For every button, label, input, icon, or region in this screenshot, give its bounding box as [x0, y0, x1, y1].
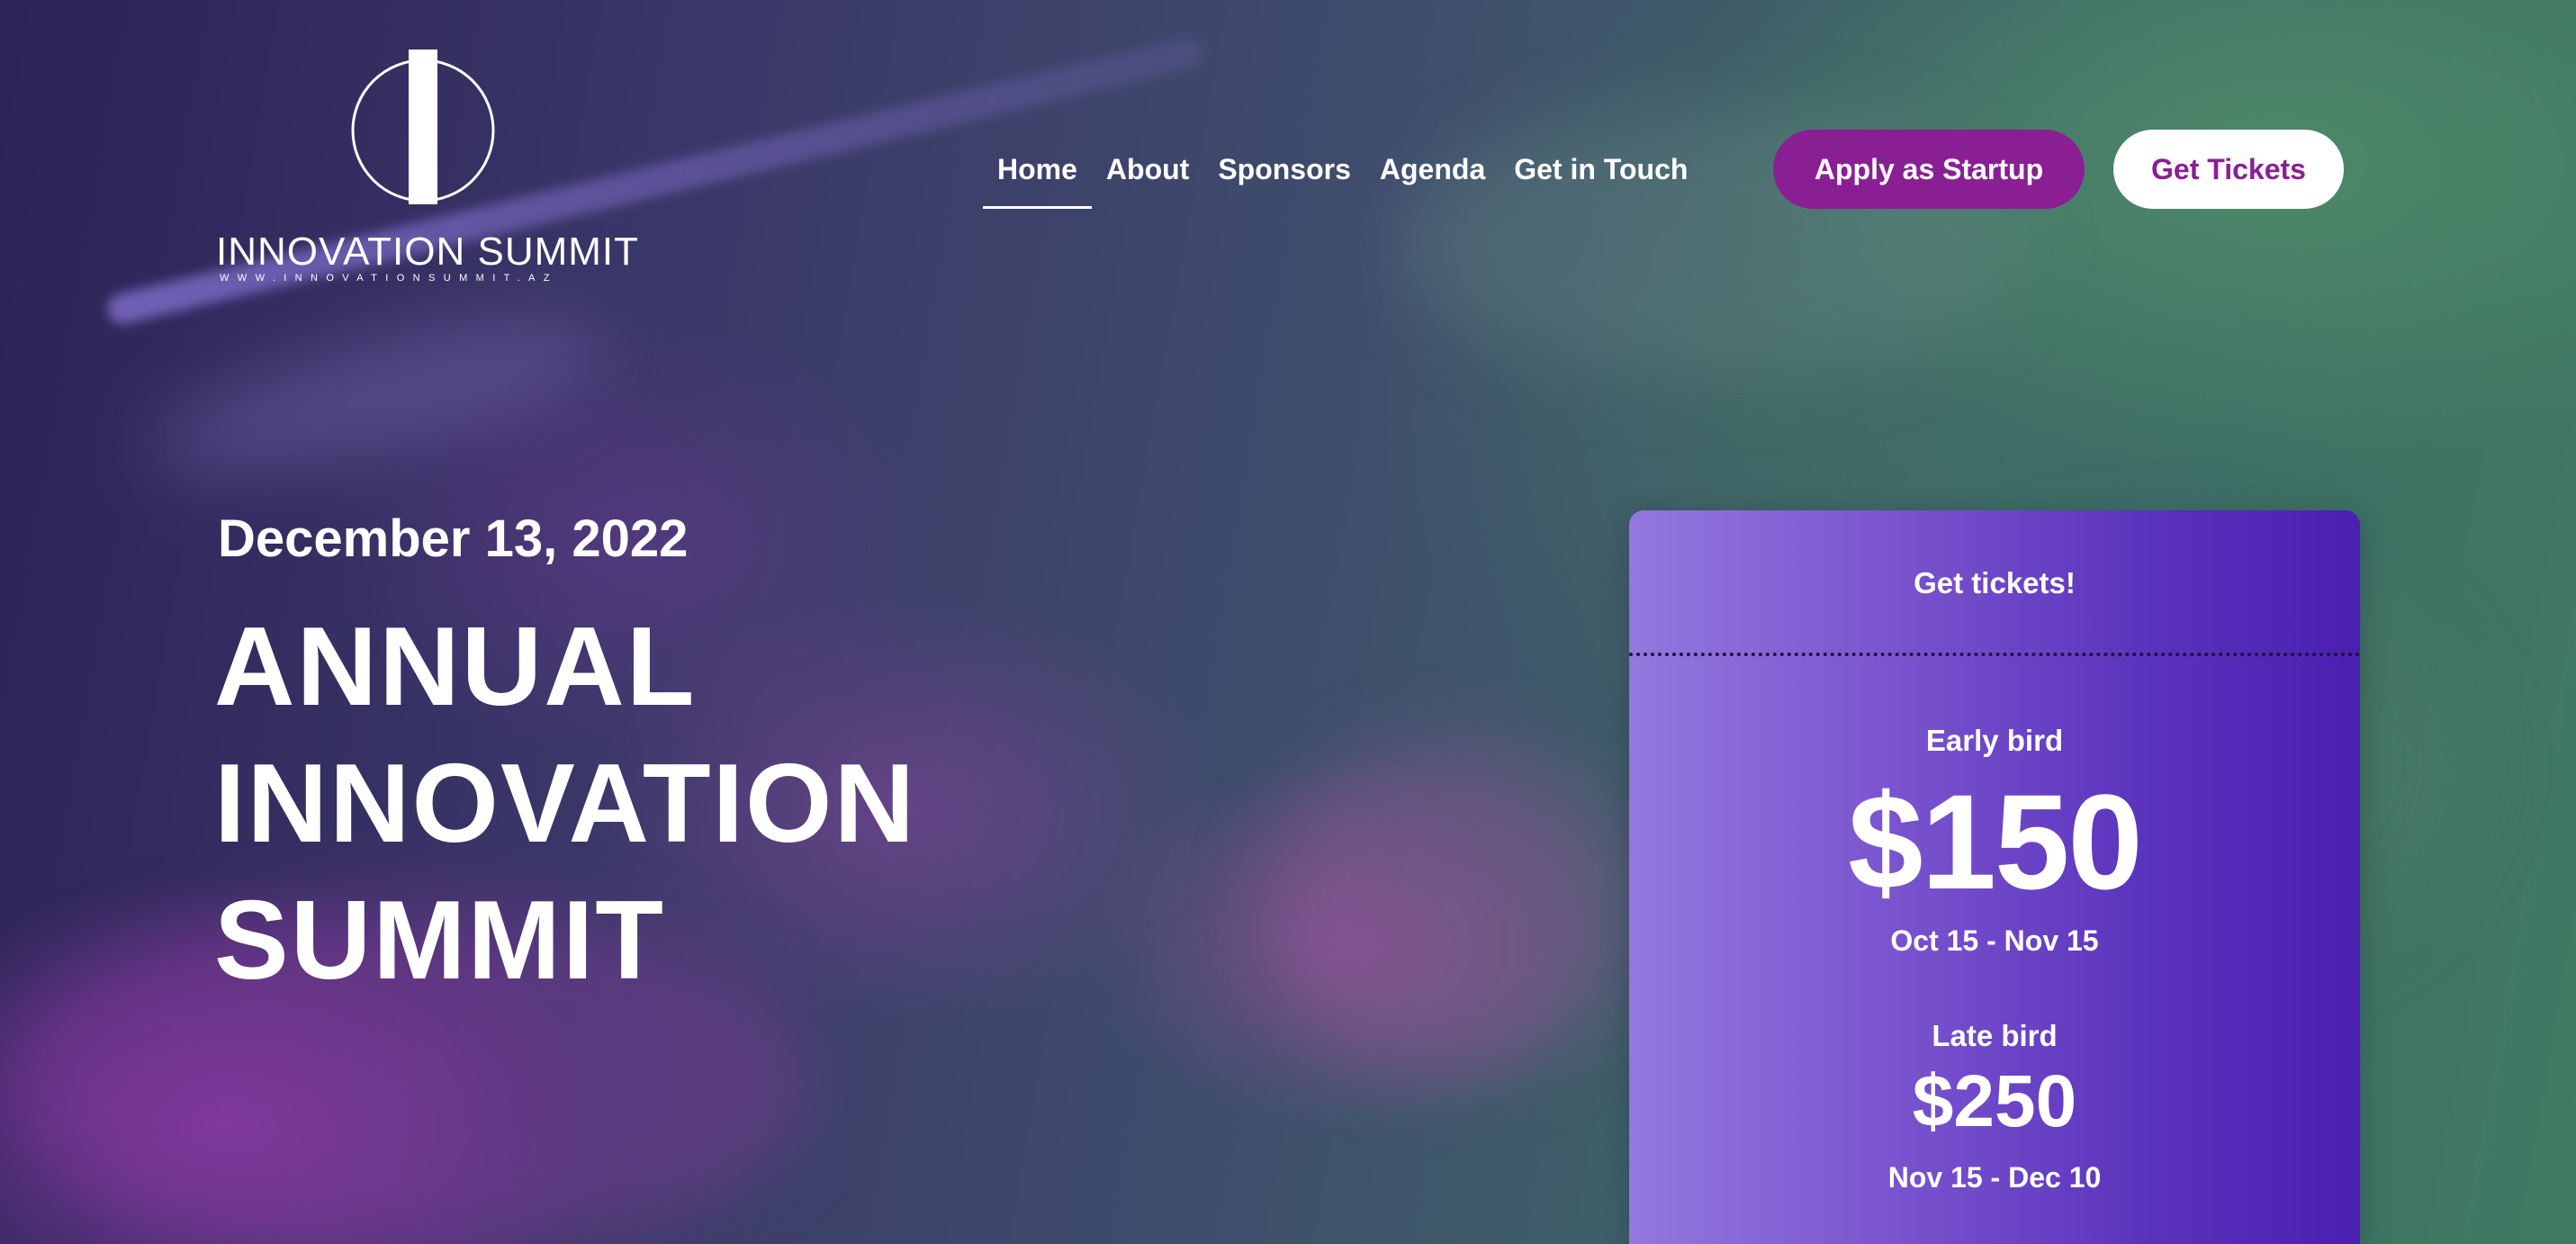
late-bird-label: Late bird: [1932, 1019, 2058, 1052]
logo-url: WWW.INNOVATIONSUMMIT.AZ: [220, 273, 558, 284]
hero-title: ANNUAL INNOVATION SUMMIT: [214, 599, 916, 1009]
early-bird-label: Early bird: [1925, 724, 2064, 757]
apply-as-startup-button[interactable]: Apply as Startup: [1773, 130, 2085, 209]
early-bird-dates-row: Oct 15 - Nov 15: [1629, 924, 2360, 958]
hero-title-line: ANNUAL: [214, 605, 697, 729]
ticket-card: Get tickets! Early bird $150 Oct 15 - No…: [1629, 510, 2360, 1244]
early-bird-price-row: $150: [1629, 770, 2360, 914]
nav-agenda[interactable]: Agenda: [1365, 130, 1500, 209]
early-bird-dates: Oct 15 - Nov 15: [1890, 924, 2099, 957]
event-date: December 13, 2022: [218, 509, 689, 568]
late-bird-price: $250: [1912, 1060, 2077, 1142]
nav-home[interactable]: Home: [983, 130, 1092, 209]
late-bird-label-row: Late bird: [1629, 1019, 2360, 1053]
late-bird-dates: Nov 15 - Dec 10: [1887, 1161, 2102, 1194]
nav-sponsors[interactable]: Sponsors: [1203, 130, 1365, 209]
late-bird-price-row: $250: [1629, 1059, 2360, 1144]
nav-about[interactable]: About: [1092, 130, 1203, 209]
main-nav: Home About Sponsors Agenda Get in Touch: [983, 129, 1702, 210]
ticket-card-heading: Get tickets!: [1914, 566, 2076, 599]
logo-mark-icon: [351, 50, 495, 204]
dotted-divider: [1629, 653, 2360, 656]
hero-title-line: SUMMIT: [214, 879, 666, 1003]
late-bird-dates-row: Nov 15 - Dec 10: [1629, 1161, 2360, 1194]
get-tickets-button[interactable]: Get Tickets: [2113, 130, 2344, 209]
logo-title: INNOVATION SUMMIT: [216, 230, 640, 274]
site-logo[interactable]: INNOVATION SUMMIT WWW.INNOVATIONSUMMIT.A…: [216, 50, 639, 293]
hero-title-line: INNOVATION: [214, 742, 917, 866]
early-bird-price: $150: [1848, 766, 2143, 917]
page: INNOVATION SUMMIT WWW.INNOVATIONSUMMIT.A…: [0, 0, 2576, 1244]
background-blur: [138, 286, 618, 506]
nav-get-in-touch[interactable]: Get in Touch: [1500, 130, 1702, 209]
background-blur: [1260, 738, 1638, 1080]
tier-label: Early bird: [1629, 724, 2360, 758]
